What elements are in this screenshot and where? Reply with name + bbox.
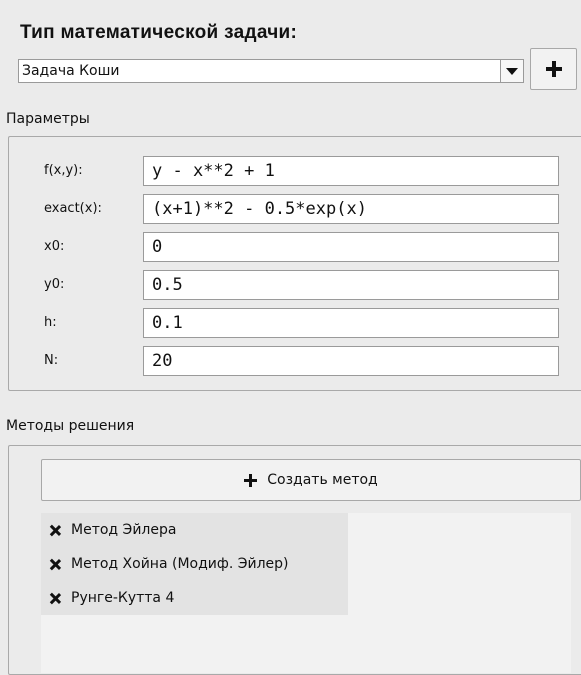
param-label-y0: y0: bbox=[44, 277, 65, 292]
param-label-exact: exact(x): bbox=[44, 201, 102, 216]
checkbox-checked-icon[interactable] bbox=[49, 593, 60, 604]
param-field-y0[interactable]: 0.5 bbox=[143, 270, 559, 300]
param-label-h: h: bbox=[44, 315, 57, 330]
method-label: Метод Хойна (Модиф. Эйлер) bbox=[71, 556, 289, 572]
checkbox-checked-icon[interactable] bbox=[49, 525, 60, 536]
param-field-f[interactable]: y - x**2 + 1 bbox=[143, 156, 559, 186]
problem-type-select[interactable]: Задача Коши bbox=[18, 59, 524, 83]
create-method-label: Создать метод bbox=[267, 472, 378, 488]
param-label-x0: x0: bbox=[44, 239, 65, 254]
add-problem-button[interactable] bbox=[530, 48, 577, 90]
chevron-down-icon[interactable] bbox=[500, 60, 523, 82]
method-item-heun[interactable]: Метод Хойна (Модиф. Эйлер) bbox=[41, 547, 348, 581]
param-field-n[interactable]: 20 bbox=[143, 346, 559, 376]
create-method-button[interactable]: Создать метод bbox=[41, 459, 581, 501]
method-item-rk4[interactable]: Рунге-Кутта 4 bbox=[41, 581, 348, 615]
param-label-f: f(x,y): bbox=[44, 163, 83, 178]
method-item-euler[interactable]: Метод Эйлера bbox=[41, 513, 348, 547]
problem-type-heading: Тип математической задачи: bbox=[20, 22, 298, 43]
method-label: Метод Эйлера bbox=[71, 522, 177, 538]
param-field-x0[interactable]: 0 bbox=[143, 232, 559, 262]
methods-group-title: Методы решения bbox=[6, 418, 135, 434]
problem-type-value: Задача Коши bbox=[22, 63, 120, 79]
checkbox-checked-icon[interactable] bbox=[49, 559, 60, 570]
method-label: Рунге-Кутта 4 bbox=[71, 590, 175, 606]
param-label-n: N: bbox=[44, 353, 59, 368]
plus-icon bbox=[545, 61, 562, 77]
params-group-title: Параметры bbox=[6, 111, 90, 127]
plus-icon bbox=[244, 473, 258, 487]
param-field-exact[interactable]: (x+1)**2 - 0.5*exp(x) bbox=[143, 194, 559, 224]
methods-list-items: Метод Эйлера Метод Хойна (Модиф. Эйлер) … bbox=[41, 513, 348, 615]
param-field-h[interactable]: 0.1 bbox=[143, 308, 559, 338]
